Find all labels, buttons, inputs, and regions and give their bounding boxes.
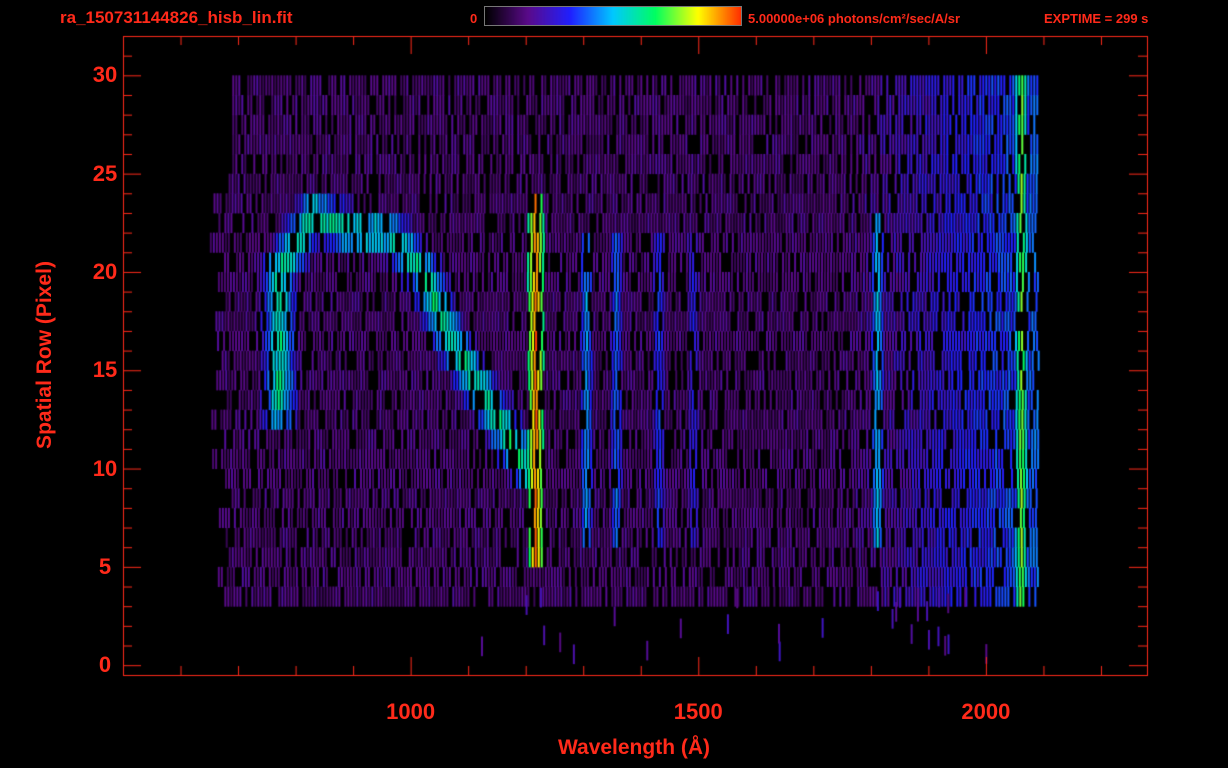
y-axis-label: Spatial Row (Pixel) bbox=[33, 261, 56, 449]
colorbar-max-label: 5.00000e+06 photons/cm²/sec/A/sr bbox=[748, 11, 961, 26]
colorbar bbox=[484, 6, 742, 26]
y-tick-label: 30 bbox=[92, 62, 118, 88]
x-tick-label: 2000 bbox=[961, 699, 1011, 724]
exptime-label: EXPTIME = 299 s bbox=[1044, 11, 1149, 26]
spectrum-image-plot bbox=[0, 0, 1228, 768]
y-tick-label: 25 bbox=[92, 160, 118, 186]
y-tick-label: 0 bbox=[98, 652, 112, 678]
x-tick-label: 1000 bbox=[386, 699, 436, 724]
colorbar-min-label: 0 bbox=[470, 11, 478, 26]
y-tick-label: 5 bbox=[98, 553, 112, 579]
x-tick-label: 1500 bbox=[673, 699, 723, 724]
y-tick-label: 15 bbox=[92, 357, 118, 383]
x-axis-label: Wavelength (Å) bbox=[557, 736, 711, 759]
y-tick-label: 10 bbox=[92, 455, 118, 481]
file-title: ra_150731144826_hisb_lin.fit bbox=[60, 8, 293, 27]
y-tick-label: 20 bbox=[92, 258, 118, 284]
